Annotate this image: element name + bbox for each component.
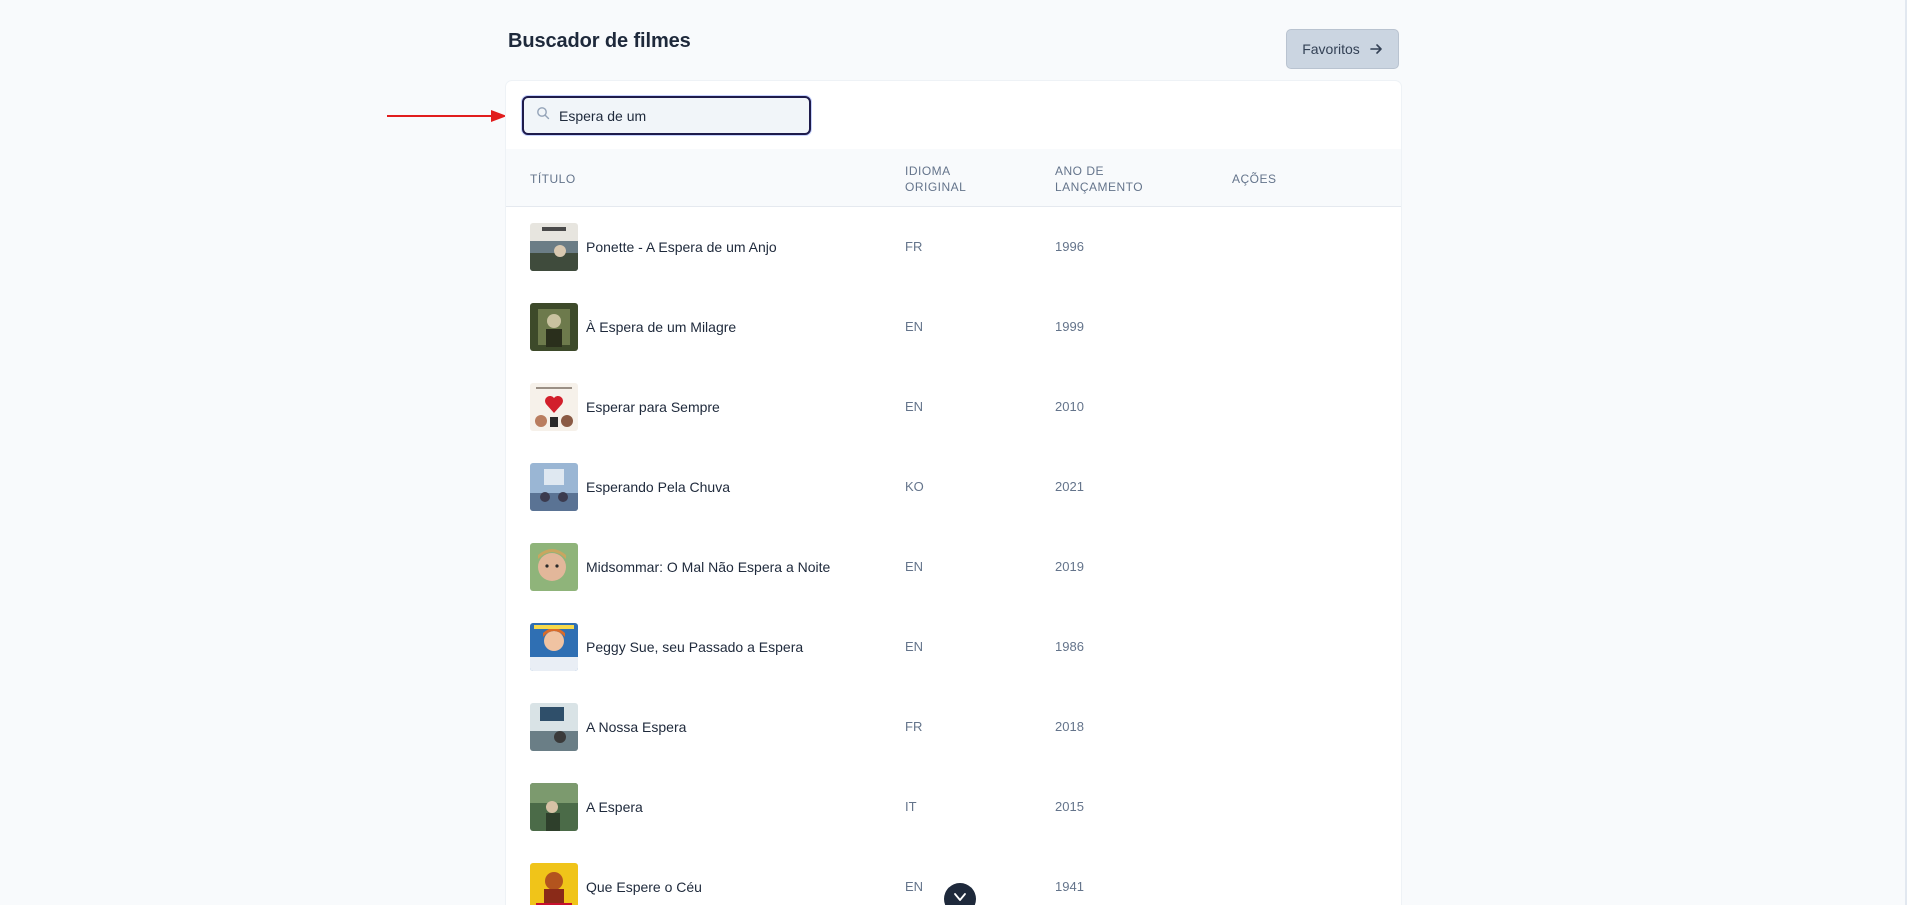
movie-poster (530, 783, 578, 831)
movie-poster (530, 463, 578, 511)
header: Buscador de filmes Favoritos (508, 28, 1399, 70)
column-header-year: Ano de Lançamento (1055, 164, 1144, 194)
movie-language: EN (905, 399, 924, 414)
movie-language: EN (905, 319, 924, 334)
table-row[interactable]: Esperando Pela Chuva KO 2021 (506, 448, 1401, 528)
table-body: Ponette - A Espera de um Anjo FR 1996 À … (506, 208, 1401, 905)
favorites-button[interactable]: Favoritos (1286, 29, 1399, 69)
page-title: Buscador de filmes (508, 30, 691, 52)
favorites-button-label: Favoritos (1302, 41, 1360, 57)
table-row[interactable]: Esperar para Sempre EN 2010 (506, 368, 1401, 448)
movie-language: KO (905, 479, 924, 494)
movie-title: Midsommar: O Mal Não Espera a Noite (586, 559, 831, 575)
movie-poster (530, 703, 578, 751)
table-header: Título Idioma Original Ano de Lançamento… (506, 149, 1401, 207)
movie-language: EN (905, 879, 924, 894)
annotation-arrow (387, 110, 507, 122)
movie-title: Esperar para Sempre (586, 399, 720, 415)
table-row[interactable]: Peggy Sue, seu Passado a Espera EN 1986 (506, 608, 1401, 688)
movie-title: A Espera (586, 799, 643, 815)
movie-poster (530, 223, 578, 271)
movie-year: 1996 (1055, 239, 1084, 254)
table-row[interactable]: A Nossa Espera FR 2018 (506, 688, 1401, 768)
movie-poster (530, 863, 578, 905)
chevron-down-icon (953, 893, 967, 904)
movie-year: 2010 (1055, 399, 1084, 414)
arrow-right-icon (1369, 42, 1383, 56)
table-row[interactable]: Midsommar: O Mal Não Espera a Noite EN 2… (506, 528, 1401, 608)
table-row[interactable]: Ponette - A Espera de um Anjo FR 1996 (506, 208, 1401, 288)
column-header-actions: Ações (1232, 172, 1277, 186)
movie-year: 2015 (1055, 799, 1084, 814)
table-row[interactable]: A Espera IT 2015 (506, 768, 1401, 848)
search-box[interactable] (522, 96, 811, 135)
movie-year: 1999 (1055, 319, 1084, 334)
movie-title: Peggy Sue, seu Passado a Espera (586, 639, 804, 655)
page: Buscador de filmes Favoritos Título Idio… (0, 0, 1907, 905)
column-header-title: Título (530, 172, 576, 186)
search-input[interactable] (559, 107, 799, 124)
movie-title: À Espera de um Milagre (586, 319, 737, 335)
search-icon (536, 106, 550, 125)
column-header-language: Idioma Original (905, 164, 967, 194)
search (522, 96, 811, 135)
movie-poster (530, 303, 578, 351)
movie-year: 2021 (1055, 479, 1084, 494)
movie-language: EN (905, 639, 924, 654)
movie-title: A Nossa Espera (586, 719, 687, 735)
movie-title: Ponette - A Espera de um Anjo (586, 239, 777, 255)
movie-year: 2019 (1055, 559, 1084, 574)
movie-language: EN (905, 559, 924, 574)
movie-year: 1941 (1055, 879, 1084, 894)
movie-language: FR (905, 239, 923, 254)
movie-year: 1986 (1055, 639, 1084, 654)
movie-poster (530, 543, 578, 591)
movie-language: IT (905, 799, 917, 814)
results-card: Título Idioma Original Ano de Lançamento… (506, 81, 1401, 905)
movie-title: Que Espere o Céu (586, 879, 702, 895)
movie-year: 2018 (1055, 719, 1084, 734)
movie-title: Esperando Pela Chuva (586, 479, 730, 495)
table-row[interactable]: À Espera de um Milagre EN 1999 (506, 288, 1401, 368)
movie-language: FR (905, 719, 923, 734)
movie-poster (530, 383, 578, 431)
movie-poster (530, 623, 578, 671)
